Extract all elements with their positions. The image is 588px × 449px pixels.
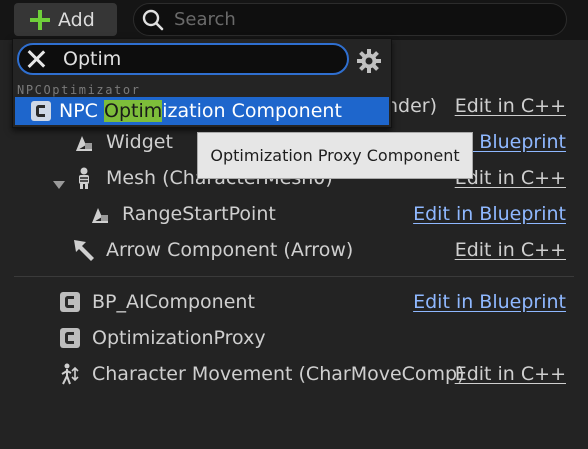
- character-movement-icon: [58, 362, 82, 386]
- tree-row[interactable]: Character Movement (CharMoveComp) Edit i…: [0, 356, 588, 392]
- skeletal-mesh-icon: [72, 166, 96, 190]
- option-match: Optim: [103, 100, 163, 122]
- tree-row-label: RangeStartPoint: [122, 203, 276, 225]
- close-icon[interactable]: [27, 50, 45, 68]
- tree-row[interactable]: Arrow Component (Arrow) Edit in C++: [0, 232, 588, 268]
- component-option[interactable]: NPC Optim ization Component: [15, 97, 389, 125]
- tree-row-label: BP_AIComponent: [92, 291, 255, 313]
- scene-component-icon: [72, 130, 96, 154]
- tree-row-label: nder): [386, 95, 438, 117]
- component-search-field[interactable]: Optim: [17, 43, 349, 75]
- add-label: Add: [58, 8, 95, 31]
- edit-link[interactable]: Edit in Blueprint: [413, 203, 566, 225]
- search-icon: [142, 9, 164, 30]
- actor-component-icon: [58, 290, 82, 314]
- tree-row[interactable]: RangeStartPoint Edit in Blueprint: [0, 196, 588, 232]
- tree-row-label: Widget: [106, 131, 173, 153]
- search-placeholder: Search: [174, 9, 236, 30]
- category-label: NPCOptimizator: [17, 83, 141, 97]
- add-component-dropdown: Optim NPCOptimizator NPC Optim ization C…: [12, 38, 392, 128]
- edit-link[interactable]: Edit in C++: [455, 239, 566, 261]
- collapse-arrow-icon[interactable]: [52, 173, 66, 189]
- scene-component-icon: [88, 202, 112, 226]
- option-prefix: NPC: [59, 100, 104, 122]
- tree-row-label: Character Movement (CharMoveComp): [92, 363, 465, 385]
- component-search-value: Optim: [63, 48, 122, 70]
- tree-row-label: Arrow Component (Arrow): [106, 239, 354, 261]
- separator: [14, 276, 574, 277]
- actor-component-icon: [58, 326, 82, 350]
- tooltip: Optimization Proxy Component: [197, 132, 473, 179]
- search-input[interactable]: Search: [133, 3, 567, 36]
- option-suffix: ization Component: [162, 100, 342, 122]
- edit-link[interactable]: Edit in Blueprint: [413, 291, 566, 313]
- edit-link[interactable]: Edit in C++: [455, 363, 566, 385]
- arrow-component-icon: [72, 238, 96, 262]
- tree-row-label: OptimizationProxy: [92, 327, 266, 349]
- add-button[interactable]: Add: [14, 3, 117, 36]
- actor-component-icon: [29, 99, 53, 123]
- tree-row[interactable]: OptimizationProxy: [0, 320, 588, 356]
- plus-icon: [30, 9, 50, 30]
- tree-row[interactable]: BP_AIComponent Edit in Blueprint: [0, 284, 588, 320]
- toolbar: Add Search: [0, 0, 588, 40]
- edit-link[interactable]: Edit in C++: [455, 95, 566, 117]
- gear-icon[interactable]: [356, 48, 382, 74]
